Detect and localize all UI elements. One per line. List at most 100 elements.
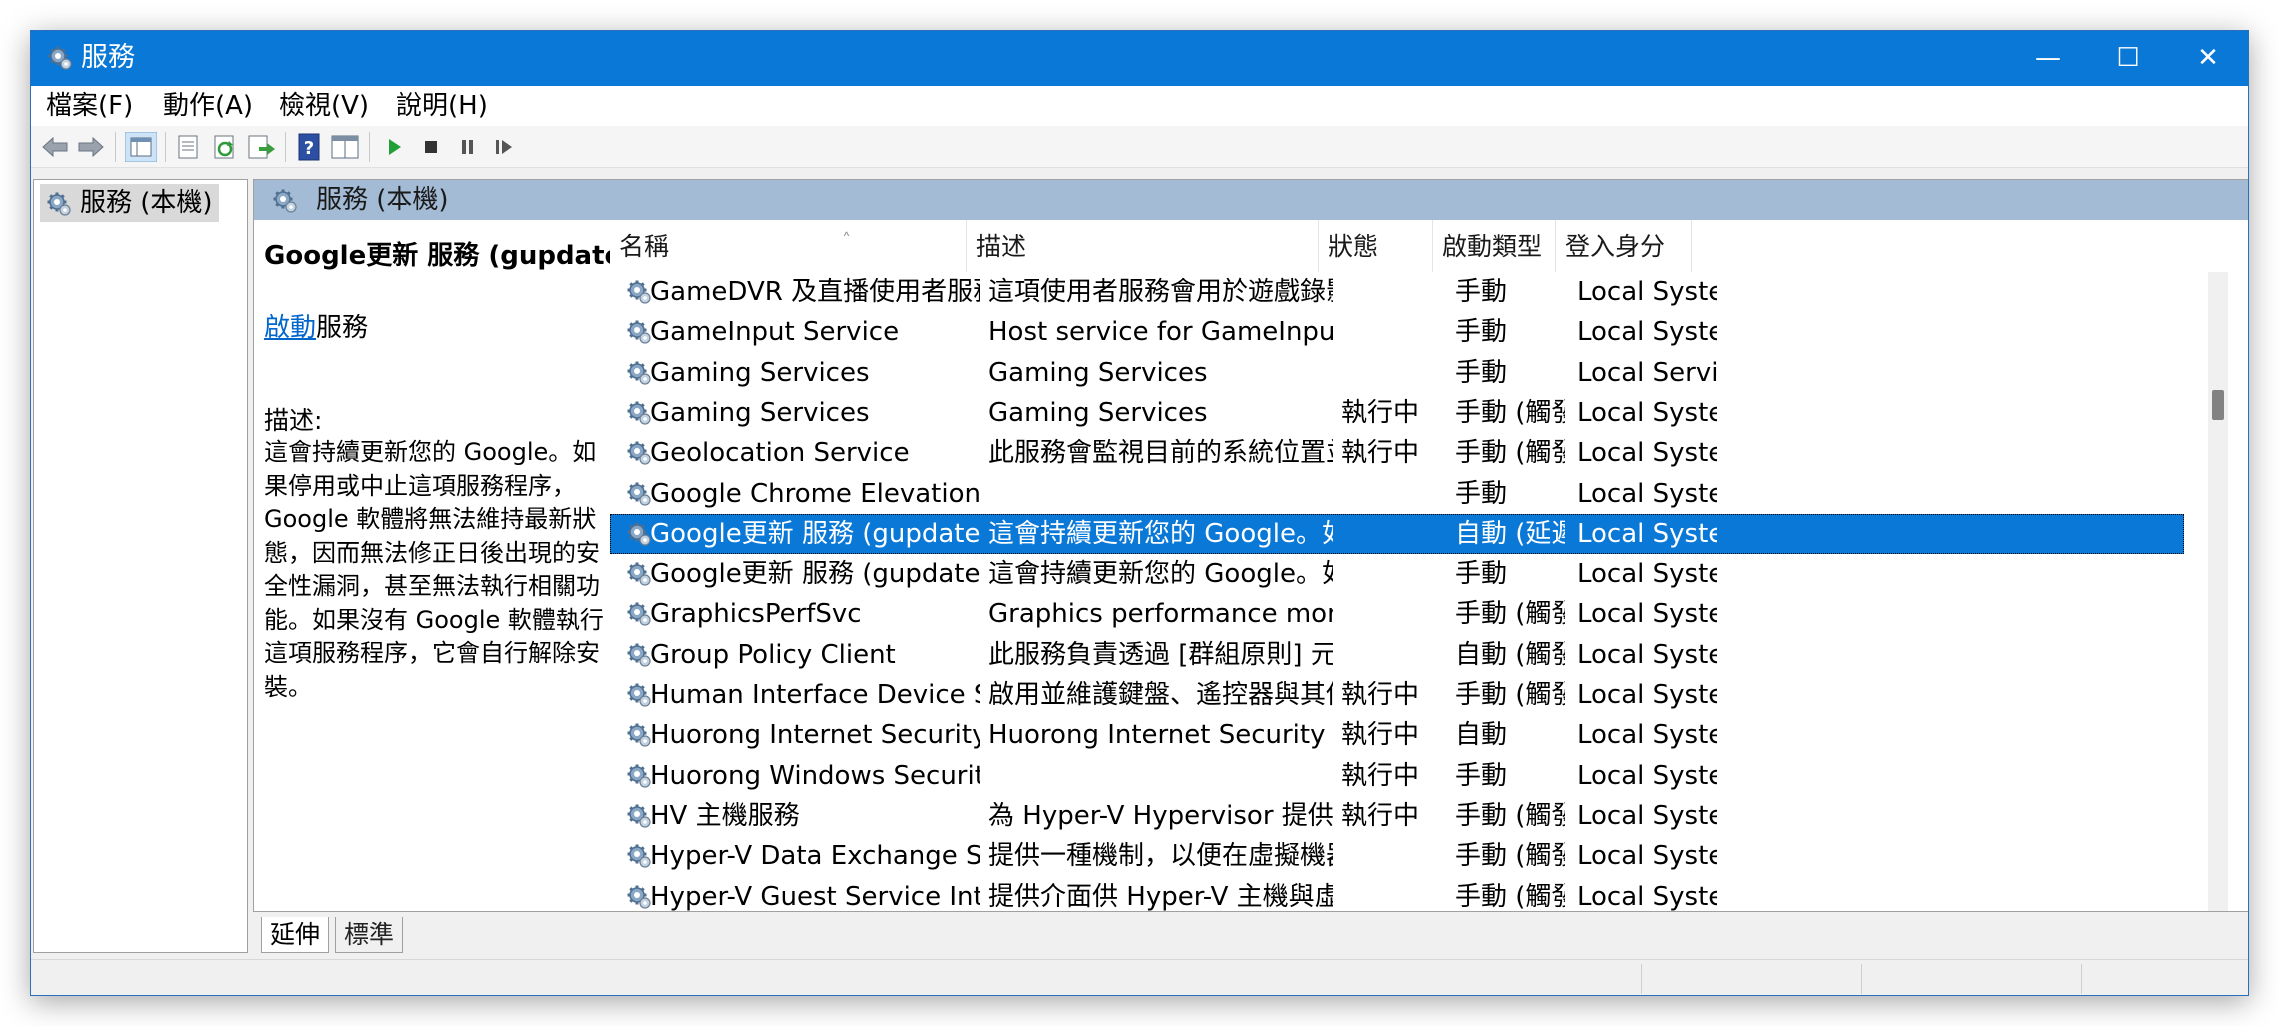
service-row[interactable]: Geolocation Service 此服務會監視目前的系統位置並管理地理… 執行…	[610, 433, 2184, 473]
list-header: 名稱 ˄ 描述 狀態 啟動類型 登入身分	[610, 220, 2184, 272]
service-description: 這項使用者服務會用於遊戲錄影和即時直…	[988, 277, 1333, 307]
menu-action[interactable]: 動作(A)	[163, 91, 253, 121]
service-status: 執行中	[1341, 397, 1420, 428]
service-startup-type: 手動 (觸發…	[1455, 800, 1565, 831]
tab-extended[interactable]: 延伸	[261, 917, 330, 953]
service-logon-as: Local System	[1577, 720, 1717, 751]
service-name: Google更新 服務 (gupdatem)	[650, 559, 980, 590]
description-label: 描述:	[264, 406, 323, 435]
service-action: 啟動服務	[264, 312, 368, 344]
service-gear-icon	[626, 803, 652, 829]
service-startup-type: 手動 (觸發…	[1455, 680, 1565, 710]
service-row[interactable]: Google Chrome Elevation Service (Go… 手動 Lo…	[610, 474, 2184, 514]
help-icon[interactable]: ?	[293, 132, 325, 162]
minimize-button[interactable]: —	[2008, 31, 2088, 86]
scrollbar-thumb[interactable]	[2212, 390, 2224, 420]
service-row[interactable]: Hyper-V Guest Service Interface 提供介面供 Hyp…	[610, 877, 2184, 911]
vertical-scrollbar[interactable]	[2208, 272, 2228, 911]
service-startup-type: 手動 (觸發…	[1455, 397, 1565, 428]
service-row[interactable]: GraphicsPerfSvc Graphics performance moni…	[610, 594, 2184, 634]
service-row[interactable]: Gaming Services Gaming Services 手動 Local Se…	[610, 353, 2184, 393]
service-rows: GameDVR 及直播使用者服務_7e42b8e 這項使用者服務會用於遊戲錄影和即…	[610, 272, 2184, 911]
refresh-icon[interactable]	[209, 132, 241, 162]
service-row[interactable]: Group Policy Client 此服務負責透過 [群組原則] 元件，將系……	[610, 635, 2184, 675]
service-row[interactable]: HV 主機服務 為 Hyper-V Hypervisor 提供一個介面，… 執行中 手…	[610, 796, 2184, 836]
service-logon-as: Local System	[1577, 518, 1717, 549]
service-description: 啟用並維護鍵盤、遙控器與其他多媒體裝…	[988, 680, 1333, 710]
service-status: 執行中	[1341, 760, 1420, 791]
menu-view[interactable]: 檢視(V)	[279, 91, 369, 121]
maximize-icon: ☐	[2116, 43, 2140, 73]
column-name-label: 名稱	[619, 232, 670, 261]
service-description: 此服務負責透過 [群組原則] 元件，將系…	[988, 639, 1333, 670]
stop-service-icon[interactable]	[415, 132, 447, 162]
export-list-icon[interactable]	[245, 132, 277, 162]
service-gear-icon	[626, 521, 652, 547]
service-description: 這會持續更新您的 Google。如果停用或…	[988, 518, 1333, 549]
restart-service-icon[interactable]	[487, 132, 519, 162]
back-icon[interactable]	[39, 132, 71, 162]
service-status	[1341, 353, 1446, 393]
console-tree: 服務 (本機)	[33, 179, 248, 953]
column-header-status[interactable]: 狀態	[1319, 220, 1433, 272]
service-name: Google Chrome Elevation Service (Go…	[650, 478, 980, 509]
start-service-icon[interactable]	[379, 132, 411, 162]
properties-icon[interactable]	[173, 132, 205, 162]
service-logon-as: Local System	[1577, 639, 1717, 670]
service-gear-icon	[626, 682, 652, 708]
service-row[interactable]: Huorong Internet Security Daemon Huorong …	[610, 715, 2184, 755]
action-pane-icon[interactable]	[329, 132, 361, 162]
service-name: GameInput Service	[650, 317, 900, 348]
pane-header: 服務 (本機)	[254, 180, 2248, 220]
extended-description-panel: Google更新 服務 (gupdate) 啟動服務 描述: 這會持續更新您的 …	[254, 220, 634, 911]
service-row[interactable]: Hyper-V Data Exchange Service 提供一種機制，以便在虛…	[610, 836, 2184, 876]
service-gear-icon	[626, 884, 652, 910]
service-row[interactable]: Google更新 服務 (gupdatem) 這會持續更新您的 Google。如果…	[610, 554, 2184, 594]
menu-file[interactable]: 檔案(F)	[46, 91, 133, 121]
column-header-startup-type[interactable]: 啟動類型	[1433, 220, 1556, 272]
service-row[interactable]: Human Interface Device Service 啟用並維護鍵盤、遙控…	[610, 675, 2184, 715]
service-row[interactable]: Huorong Windows Security Center 執行中 手動 Loca…	[610, 756, 2184, 796]
pane-header-title: 服務 (本機)	[316, 185, 449, 215]
service-gear-icon	[626, 763, 652, 789]
service-status	[1341, 514, 1446, 554]
services-main-pane: 服務 (本機) Google更新 服務 (gupdate) 啟動服務 描述: 這…	[253, 179, 2248, 912]
start-service-link[interactable]: 啟動	[264, 313, 316, 343]
maximize-button[interactable]: ☐	[2088, 31, 2168, 86]
service-row[interactable]: GameInput Service Host service for GameIn…	[610, 312, 2184, 352]
service-startup-type: 自動	[1455, 720, 1508, 751]
forward-icon[interactable]	[75, 132, 107, 162]
service-name: Gaming Services	[650, 357, 870, 388]
selected-service-title: Google更新 服務 (gupdate)	[264, 241, 635, 271]
service-gear-icon	[626, 722, 652, 748]
service-logon-as: Local System	[1577, 478, 1717, 509]
tree-item-services-local[interactable]: 服務 (本機)	[40, 184, 219, 222]
service-description: 這會持續更新您的 Google。如果停用或…	[988, 559, 1333, 590]
service-description: Host service for GameInput.	[988, 317, 1333, 348]
service-status	[1341, 836, 1446, 876]
service-row[interactable]: GameDVR 及直播使用者服務_7e42b8e 這項使用者服務會用於遊戲錄影和即…	[610, 272, 2184, 312]
close-button[interactable]: ✕	[2168, 31, 2248, 86]
column-header-logon-as[interactable]: 登入身分	[1556, 220, 1692, 272]
service-status: 執行中	[1341, 438, 1420, 469]
column-header-description[interactable]: 描述	[967, 220, 1319, 272]
menu-help[interactable]: 說明(H)	[396, 91, 488, 121]
service-name: Group Policy Client	[650, 639, 896, 670]
service-logon-as: Local System	[1577, 800, 1717, 831]
window-title: 服務	[81, 42, 135, 73]
tab-standard[interactable]: 標準	[335, 917, 404, 953]
service-status: 執行中	[1341, 720, 1420, 751]
pause-service-icon[interactable]	[451, 132, 483, 162]
service-status	[1341, 554, 1446, 594]
service-description	[988, 756, 1333, 796]
show-hide-console-tree-icon[interactable]	[125, 132, 157, 162]
services-window: 服務 — ☐ ✕ 檔案(F) 動作(A) 檢視(V) 說明(H) ? 服務 (本…	[30, 30, 2249, 996]
column-header-name[interactable]: 名稱 ˄	[610, 220, 967, 272]
service-startup-type: 手動	[1455, 478, 1508, 509]
menu-bar: 檔案(F) 動作(A) 檢視(V) 說明(H)	[31, 86, 2248, 126]
service-startup-type: 手動	[1455, 760, 1508, 791]
service-row[interactable]: Google更新 服務 (gupdate) 這會持續更新您的 Google。如果停…	[610, 513, 2184, 555]
service-row[interactable]: Gaming Services Gaming Services 執行中 手動 (觸發……	[610, 393, 2184, 433]
service-gear-icon	[626, 319, 652, 345]
service-gear-icon	[626, 601, 652, 627]
